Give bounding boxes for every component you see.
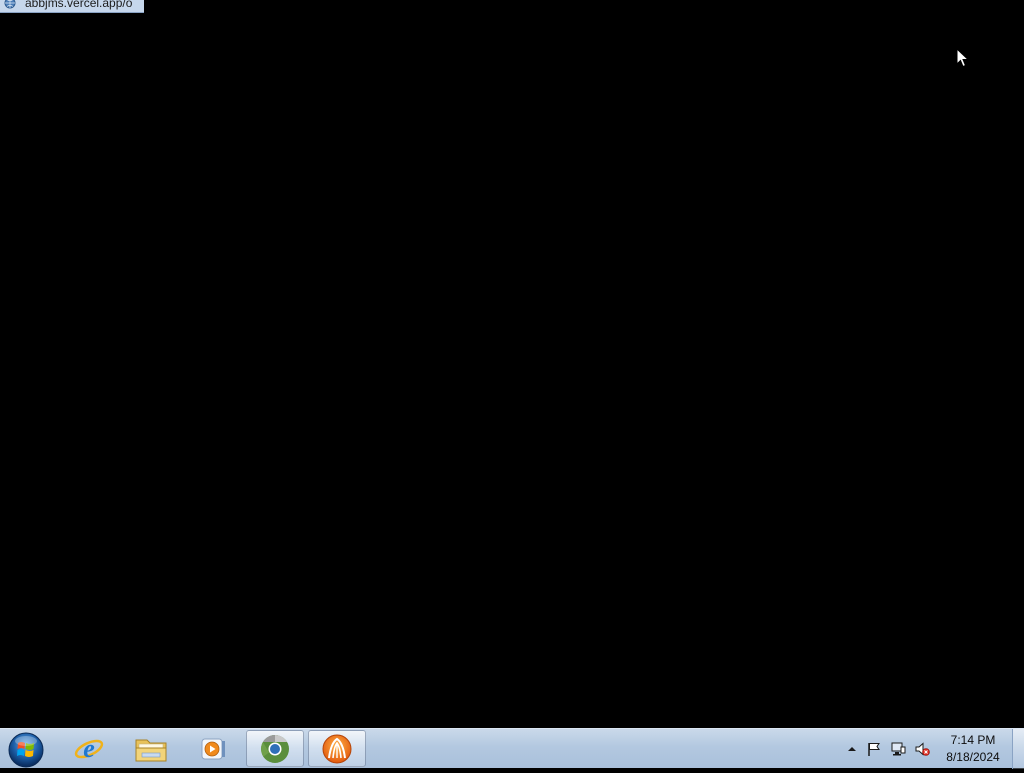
taskbar-orange-app-button[interactable]: [308, 730, 366, 767]
folder-icon: [135, 739, 167, 761]
taskbar-windows-explorer-button[interactable]: [122, 730, 180, 767]
mouse-cursor-icon: [956, 48, 970, 68]
system-clock[interactable]: 7:14 PM 8/18/2024: [936, 732, 1010, 766]
taskbar: e 7:14 PM 8/18/2024: [0, 728, 1024, 769]
fullscreen-address-tab[interactable]: abbjms.vercel.app/o: [0, 0, 144, 13]
chrome-icon: [261, 734, 289, 763]
volume-muted-icon[interactable]: [914, 741, 930, 757]
windows-start-orb-icon: [8, 732, 44, 768]
app-orange-icon: [322, 734, 352, 763]
taskbar-internet-explorer-button[interactable]: e: [60, 730, 118, 767]
show-desktop-button[interactable]: [1012, 729, 1024, 769]
start-button[interactable]: [6, 730, 48, 768]
svg-text:e: e: [83, 734, 95, 763]
show-hidden-icons-arrow-icon[interactable]: [844, 741, 860, 757]
clock-date: 8/18/2024: [946, 750, 1000, 764]
action-center-flag-icon[interactable]: [866, 741, 882, 757]
desktop-background: abbjms.vercel.app/o: [0, 0, 1024, 728]
network-icon[interactable]: [890, 741, 906, 757]
fullscreen-url-text: abbjms.vercel.app/o: [25, 0, 133, 10]
taskbar-media-player-button[interactable]: [184, 730, 242, 767]
internet-explorer-icon: e: [74, 734, 104, 763]
globe-icon: [4, 0, 16, 9]
taskbar-chrome-button[interactable]: [246, 730, 304, 767]
clock-time: 7:14 PM: [950, 733, 996, 747]
media-player-icon: [201, 738, 225, 759]
